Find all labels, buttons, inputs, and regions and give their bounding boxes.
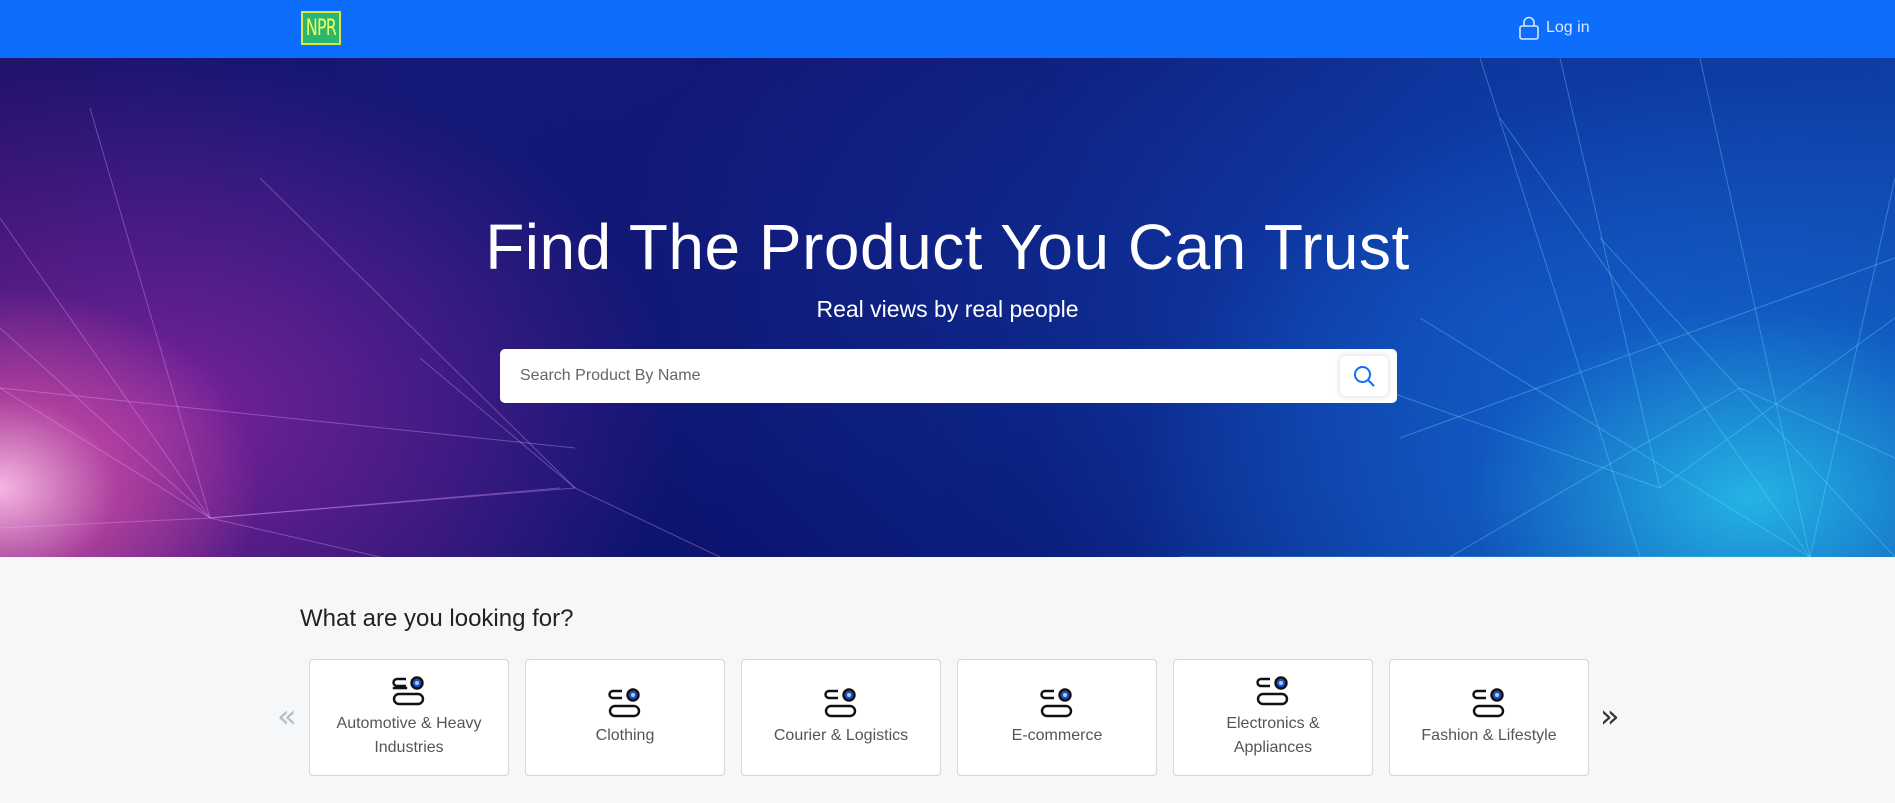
categories-heading: What are you looking for?	[300, 605, 574, 632]
category-card[interactable]: E-commerce	[957, 659, 1157, 776]
category-icon	[824, 687, 857, 717]
category-card[interactable]: Courier & Logistics	[741, 659, 941, 776]
category-label: Courier & Logistics	[773, 726, 909, 744]
category-label: E-commerce	[1011, 726, 1103, 744]
category-carousel: Automotive & Heavy Industries Clothing C…	[309, 659, 1589, 776]
category-card[interactable]: Automotive & Heavy Industries	[309, 659, 509, 776]
category-label: Automotive & Heavy Industries	[336, 714, 482, 756]
category-icon	[608, 687, 641, 717]
search-button[interactable]	[1340, 356, 1388, 396]
category-icon	[392, 675, 425, 705]
category-icon	[1040, 687, 1073, 717]
category-icon	[1472, 687, 1505, 717]
hero-title: Find The Product You Can Trust	[485, 211, 1410, 283]
search-input[interactable]	[500, 349, 1330, 403]
search-icon	[1354, 366, 1375, 387]
carousel-prev-arrow[interactable]: «	[277, 694, 297, 738]
hero-banner: Find The Product You Can Trust Real view…	[0, 58, 1895, 557]
category-label: Clothing	[595, 726, 655, 744]
carousel-next-arrow[interactable]: »	[1600, 694, 1620, 738]
login-link[interactable]: Log in	[1518, 15, 1590, 41]
top-navbar: NPR Log in	[0, 0, 1895, 58]
site-logo[interactable]: NPR	[301, 11, 341, 45]
category-card[interactable]: Clothing	[525, 659, 725, 776]
login-label: Log in	[1546, 19, 1590, 36]
category-card[interactable]: Fashion & Lifestyle	[1389, 659, 1589, 776]
category-icon	[1256, 675, 1289, 705]
lock-icon	[1519, 16, 1539, 40]
category-card[interactable]: Electronics & Appliances	[1173, 659, 1373, 776]
search-bar	[500, 349, 1397, 403]
hero-subtitle: Real views by real people	[816, 296, 1079, 322]
category-label: Electronics & Appliances	[1226, 714, 1320, 756]
category-label: Fashion & Lifestyle	[1421, 726, 1557, 744]
logo-text: NPR	[305, 15, 337, 41]
